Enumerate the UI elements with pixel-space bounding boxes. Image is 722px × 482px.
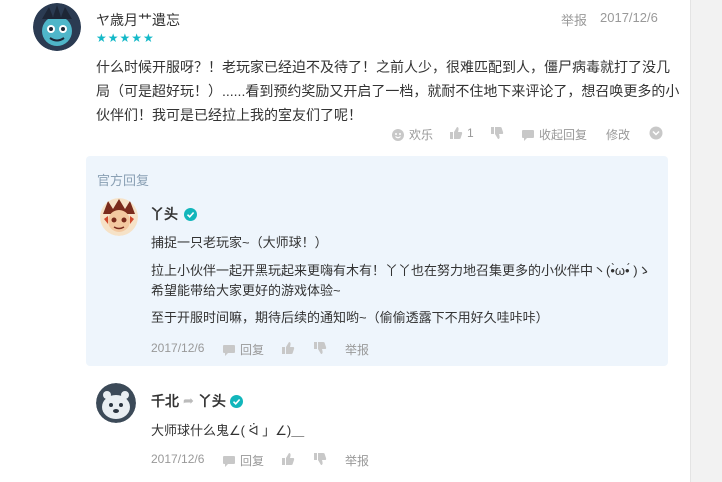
thumbs-up-icon <box>281 341 295 355</box>
review-date: 2017/12/6 <box>600 10 658 25</box>
comment-icon <box>222 454 236 468</box>
reply-target-name[interactable]: 丫头 <box>198 391 226 411</box>
report-link[interactable]: 举报 <box>561 10 587 29</box>
collapse-replies-button[interactable]: 收起回复 <box>521 126 587 143</box>
page-right-rail <box>690 0 722 482</box>
thumbs-down-icon <box>313 452 327 466</box>
reply-comment: 千北 ➦ 丫头 大师球什么鬼∠( ᐛ 」∠)＿ 2017/12/6 回复 举报 <box>86 375 668 482</box>
report-link[interactable]: 举报 <box>345 341 369 358</box>
like-button[interactable] <box>281 341 295 355</box>
report-label: 举报 <box>345 343 370 357</box>
reply-arrow-icon: ➦ <box>183 393 194 408</box>
official-reply-paragraph: 捕捉一只老玩家~（大师球！） <box>151 235 328 250</box>
thumbs-down-icon <box>313 341 327 355</box>
like-button[interactable] <box>281 452 295 466</box>
official-reply-paragraph: 至于开服时间嘛，期待后续的通知哟~（偷偷透露下不用好久哇咔咔） <box>151 310 549 325</box>
rating-stars: ★★★★★ <box>96 31 155 45</box>
username[interactable]: ヤ歳月艹遺忘 <box>96 10 180 30</box>
thumbs-up-icon <box>281 452 295 466</box>
verified-icon <box>229 394 243 408</box>
like-count: 1 <box>467 126 474 140</box>
review-card: ヤ歳月艹遺忘 ★★★★★ 举报 2017/12/6 什么时候开服呀？！老玩家已经… <box>0 0 690 482</box>
official-reply-paragraph: 拉上小伙伴一起开黑玩起来更嗨有木有！丫丫也在努力地召集更多的小伙伴中丶(•̀ω•… <box>151 263 651 298</box>
commenter-avatar[interactable] <box>96 383 136 423</box>
more-menu-button[interactable] <box>649 126 663 140</box>
report-label: 举报 <box>345 454 370 468</box>
commenter-name[interactable]: 千北 <box>151 391 179 411</box>
comment-date-text: 2017/12/6 <box>151 452 205 466</box>
dislike-button[interactable] <box>490 126 504 140</box>
official-reply-date-text: 2017/12/6 <box>151 341 205 355</box>
comment-date: 2017/12/6 <box>151 452 204 466</box>
review-text: 什么时候开服呀？！老玩家已经迫不及待了！之前人少，很难匹配到人，僵尸病毒就打了没… <box>96 59 680 123</box>
mood-button[interactable]: 欢乐 <box>391 126 433 143</box>
reply-button[interactable]: 回复 <box>222 452 264 469</box>
chevron-down-icon <box>649 126 663 140</box>
verified-icon <box>184 207 197 221</box>
reply-label: 回复 <box>240 343 265 357</box>
thumbs-down-icon <box>490 126 504 140</box>
official-reply-date: 2017/12/6 <box>151 341 204 355</box>
collapse-label: 收起回复 <box>539 128 588 142</box>
official-reply-title: 官方回复 <box>97 173 150 188</box>
comment-icon <box>521 128 535 142</box>
review-actions: 欢乐 1 收起回复 修改 <box>0 126 690 142</box>
official-reply-actions: 2017/12/6 回复 举报 <box>86 341 668 357</box>
edit-label: 修改 <box>606 128 631 142</box>
mood-label: 欢乐 <box>409 128 434 142</box>
reply-button[interactable]: 回复 <box>222 341 264 358</box>
reply-label: 回复 <box>240 454 265 468</box>
user-avatar[interactable] <box>33 3 81 51</box>
official-name[interactable]: 丫头 <box>150 204 178 224</box>
comment-actions: 2017/12/6 回复 举报 <box>86 452 668 468</box>
dislike-button[interactable] <box>313 341 327 355</box>
commenter-name-row: 千北 ➦ 丫头 <box>151 391 243 411</box>
edit-button[interactable]: 修改 <box>606 126 630 143</box>
dislike-button[interactable] <box>313 452 327 466</box>
report-link[interactable]: 举报 <box>345 452 369 469</box>
official-name-row: 丫头 <box>150 204 197 224</box>
smile-icon <box>391 128 405 142</box>
comment-icon <box>222 343 236 357</box>
like-button[interactable]: 1 <box>449 126 474 140</box>
official-reply-box: 官方回复 丫头 捕捉一只老玩家~（大师球！） 拉上小伙伴一起开黑玩起来更嗨有木有… <box>86 156 668 366</box>
thumbs-up-icon <box>449 126 463 140</box>
comment-text: 大师球什么鬼∠( ᐛ 」∠)＿ <box>151 423 305 438</box>
official-avatar[interactable] <box>100 198 138 236</box>
